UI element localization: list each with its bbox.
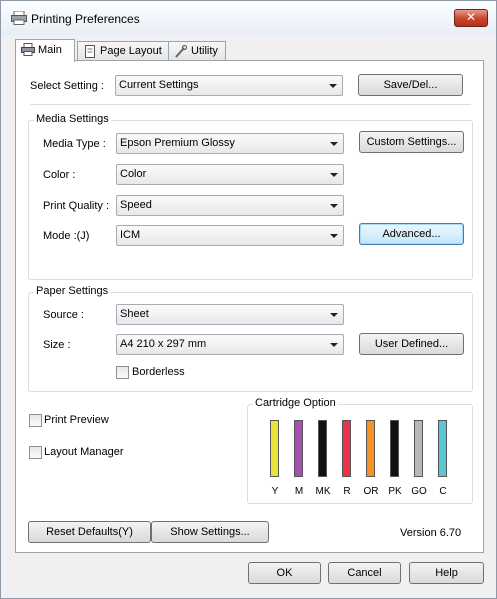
chevron-down-icon	[330, 173, 338, 177]
ink-fill	[343, 421, 350, 476]
chevron-down-icon	[330, 234, 338, 238]
paper-settings-group: Paper Settings Source : Sheet Size : A4 …	[28, 285, 473, 392]
printing-preferences-window: Printing Preferences ✕ Main Page Layout	[0, 0, 497, 599]
close-button[interactable]: ✕	[454, 9, 488, 27]
select-setting-value: Current Settings	[119, 79, 199, 91]
cartridge-option-group: Cartridge Option Y M MK R OR PK GO C	[247, 397, 473, 504]
ink-label: M	[294, 486, 304, 497]
ink-bar-or	[366, 420, 375, 477]
ink-fill	[391, 421, 398, 476]
show-settings-button[interactable]: Show Settings...	[151, 521, 269, 543]
color-label: Color :	[43, 169, 76, 181]
cartridge-option-title: Cartridge Option	[253, 397, 338, 409]
user-defined-button[interactable]: User Defined...	[359, 333, 464, 355]
print-quality-value: Speed	[120, 199, 152, 211]
ink-fill	[271, 421, 278, 476]
chevron-down-icon	[330, 313, 338, 317]
source-value: Sheet	[120, 308, 149, 320]
media-settings-group: Media Settings Media Type : Epson Premiu…	[28, 113, 473, 280]
print-quality-label: Print Quality :	[43, 200, 110, 212]
size-dropdown[interactable]: A4 210 x 297 mm	[116, 334, 344, 355]
select-setting-label: Select Setting :	[30, 80, 104, 92]
page-icon	[85, 45, 95, 58]
ink-label: R	[343, 486, 351, 497]
media-settings-title: Media Settings	[34, 113, 111, 125]
printer-icon	[11, 11, 27, 25]
tab-main[interactable]: Main	[15, 39, 75, 62]
source-dropdown[interactable]: Sheet	[116, 304, 344, 325]
divider	[30, 104, 471, 105]
ink-label: PK	[388, 486, 402, 497]
ink-bar-m	[294, 420, 303, 477]
print-preview-checkbox[interactable]	[29, 414, 42, 427]
tab-utility[interactable]: Utility	[168, 41, 226, 61]
layout-manager-label: Layout Manager	[44, 446, 124, 458]
ink-fill	[319, 421, 326, 476]
ink-fill	[367, 421, 374, 476]
ink-bar-c	[438, 420, 447, 477]
version-text: Version 6.70	[400, 527, 462, 539]
ink-fill	[439, 421, 446, 476]
window-title: Printing Preferences	[31, 12, 140, 26]
source-label: Source :	[43, 309, 84, 321]
layout-manager-checkbox[interactable]	[29, 446, 42, 459]
save-del-button[interactable]: Save/Del...	[358, 74, 463, 96]
mode-dropdown[interactable]: ICM	[116, 225, 344, 246]
media-type-value: Epson Premium Glossy	[120, 137, 235, 149]
custom-settings-button[interactable]: Custom Settings...	[359, 131, 464, 153]
help-button[interactable]: Help	[409, 562, 484, 584]
reset-defaults-button[interactable]: Reset Defaults(Y)	[28, 521, 151, 543]
paper-settings-title: Paper Settings	[34, 285, 111, 297]
borderless-checkbox[interactable]	[116, 366, 129, 379]
ink-bar-pk	[390, 420, 399, 477]
print-preview-label: Print Preview	[44, 414, 109, 426]
tab-page-layout[interactable]: Page Layout	[77, 41, 169, 61]
wrench-icon	[175, 45, 188, 58]
media-type-label: Media Type :	[43, 138, 106, 150]
tab-page-layout-label: Page Layout	[100, 45, 162, 57]
title-bar: Printing Preferences ✕	[1, 1, 496, 35]
mode-label: Mode :(J)	[43, 230, 90, 242]
mode-value: ICM	[120, 229, 141, 241]
size-label: Size :	[43, 339, 71, 351]
main-tab-panel: Select Setting : Current Settings Save/D…	[15, 60, 484, 553]
ink-label: MK	[315, 486, 331, 497]
ink-bar-r	[342, 420, 351, 477]
ink-bar-go	[414, 420, 423, 477]
tab-main-label: Main	[38, 44, 62, 56]
ink-label: Y	[271, 486, 279, 497]
color-dropdown[interactable]: Color	[116, 164, 344, 185]
ink-label: C	[439, 486, 447, 497]
size-value: A4 210 x 297 mm	[120, 338, 207, 350]
advanced-button[interactable]: Advanced...	[359, 223, 464, 245]
ink-fill	[295, 421, 302, 476]
ink-bar-mk	[318, 420, 327, 477]
borderless-label: Borderless	[132, 366, 185, 378]
printer-icon	[21, 43, 35, 56]
ink-fill	[415, 421, 422, 476]
ink-label: GO	[411, 486, 427, 497]
chevron-down-icon	[330, 343, 338, 347]
ok-button[interactable]: OK	[248, 562, 321, 584]
ink-label: OR	[363, 486, 379, 497]
cancel-button[interactable]: Cancel	[328, 562, 401, 584]
chevron-down-icon	[330, 142, 338, 146]
ink-bar-y	[270, 420, 279, 477]
chevron-down-icon	[329, 84, 337, 88]
chevron-down-icon	[330, 204, 338, 208]
select-setting-dropdown[interactable]: Current Settings	[115, 75, 343, 96]
media-type-dropdown[interactable]: Epson Premium Glossy	[116, 133, 344, 154]
color-value: Color	[120, 168, 147, 180]
tab-utility-label: Utility	[191, 45, 218, 57]
print-quality-dropdown[interactable]: Speed	[116, 195, 344, 216]
